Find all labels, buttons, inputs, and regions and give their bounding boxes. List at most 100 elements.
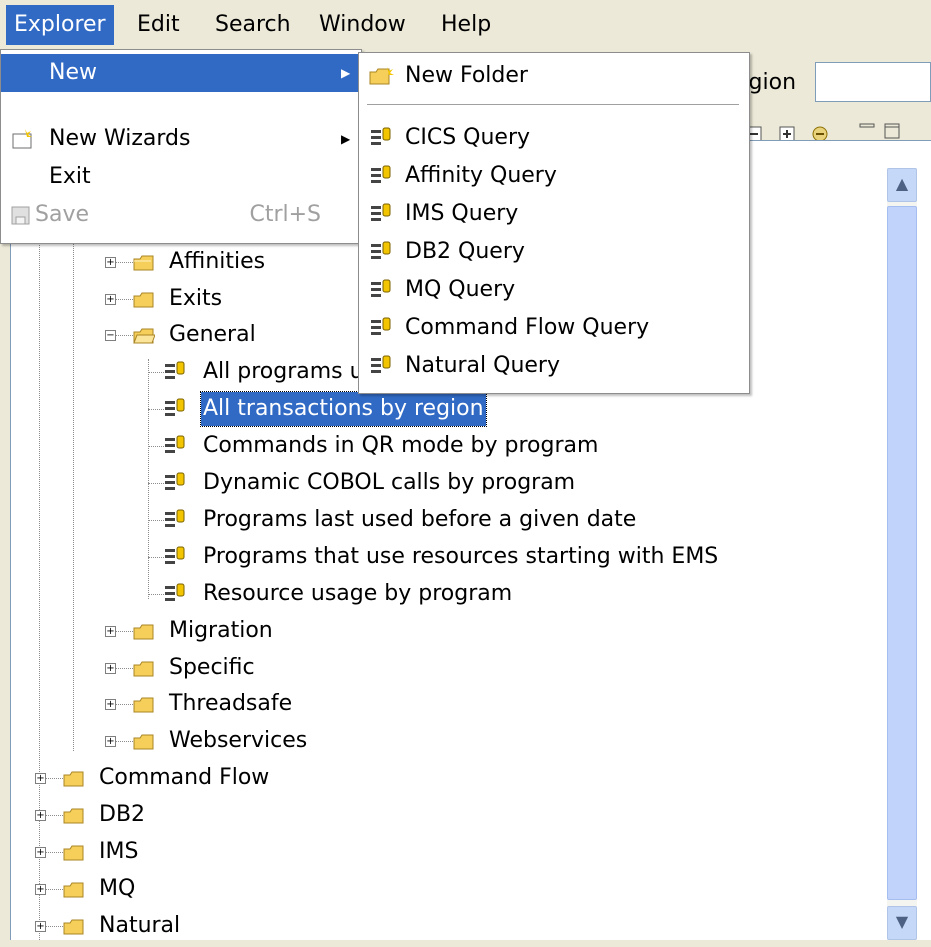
menu-item-ims-query[interactable]: IMS Query: [359, 195, 749, 233]
folder-icon: [133, 292, 154, 308]
expand-icon[interactable]: +: [105, 294, 116, 305]
query-icon: [165, 583, 185, 601]
tree-folder-webservices[interactable]: + Webservices: [11, 724, 811, 758]
tree-label: Programs last used before a given date: [203, 507, 637, 532]
tree-query-item[interactable]: Programs last used before a given date: [11, 503, 911, 537]
tree-query-item[interactable]: Commands in QR mode by program: [11, 429, 911, 463]
tree-label: DB2: [99, 802, 146, 827]
tree-folder-db2[interactable]: + DB2: [11, 798, 811, 832]
tree-label: Command Flow: [99, 765, 270, 790]
expand-icon[interactable]: +: [35, 773, 46, 784]
tree-label: Threadsafe: [169, 691, 293, 716]
tree-label: Programs that use resources starting wit…: [203, 544, 719, 569]
bottom-tab-strip: [0, 940, 931, 947]
menu-item-label: New Wizards: [49, 126, 191, 151]
query-icon: [371, 241, 391, 259]
menu-bar: Explorer Edit Search Window Help: [0, 0, 931, 49]
menu-search[interactable]: Search: [207, 5, 299, 45]
link-editor-icon: [812, 126, 828, 142]
query-icon: [165, 546, 185, 564]
scrollbar-thumb[interactable]: [887, 206, 917, 900]
menu-item-new-folder[interactable]: New Folder: [359, 57, 749, 95]
open-folder-icon: [133, 328, 155, 344]
expand-icon[interactable]: +: [35, 884, 46, 895]
expand-icon[interactable]: +: [105, 699, 116, 710]
query-icon: [371, 317, 391, 335]
expand-icon[interactable]: +: [35, 810, 46, 821]
folder-icon: [133, 624, 154, 640]
query-icon: [371, 203, 391, 221]
tree-folder-threadsafe[interactable]: + Threadsafe: [11, 687, 811, 721]
menu-item-new[interactable]: New ▶: [1, 54, 361, 92]
tree-query-item[interactable]: Dynamic COBOL calls by program: [11, 466, 911, 500]
scroll-up-button[interactable]: ▲: [887, 168, 917, 202]
menu-item-exit[interactable]: Exit: [1, 158, 361, 196]
folder-icon: [63, 882, 84, 898]
menu-item-label: IMS Query: [405, 201, 519, 226]
menu-item-affinity-query[interactable]: Affinity Query: [359, 157, 749, 195]
tree-label: IMS: [99, 839, 139, 864]
scroll-down-button[interactable]: ▼: [887, 906, 917, 940]
expand-icon[interactable]: +: [35, 921, 46, 932]
tree-label: General: [169, 322, 256, 347]
menu-help[interactable]: Help: [433, 5, 499, 45]
query-icon: [371, 127, 391, 145]
folder-icon: [133, 661, 154, 677]
folder-icon: [63, 808, 84, 824]
expand-icon[interactable]: +: [105, 257, 116, 268]
tree-label: Exits: [169, 286, 223, 311]
tree-folder-command-flow[interactable]: + Command Flow: [11, 761, 811, 795]
collapse-icon[interactable]: −: [105, 330, 116, 341]
menu-item-label: DB2 Query: [405, 239, 525, 264]
menu-window[interactable]: Window: [311, 5, 414, 45]
tree-label: All programs u: [203, 359, 364, 384]
expand-icon[interactable]: +: [35, 847, 46, 858]
folder-icon: [63, 919, 84, 935]
menu-item-label: MQ Query: [405, 277, 516, 302]
expand-icon[interactable]: +: [105, 663, 116, 674]
menu-item-label: Save: [35, 202, 90, 227]
tree-folder-migration[interactable]: + Migration: [11, 614, 811, 648]
tree-folder-natural[interactable]: + Natural: [11, 909, 811, 943]
expand-all-icon: [779, 126, 795, 142]
menu-item-save[interactable]: Save Ctrl+S: [1, 196, 361, 234]
submenu-arrow-icon: ▶: [341, 66, 351, 80]
folder-icon: [133, 734, 154, 750]
vertical-scrollbar[interactable]: ▲ ▼: [887, 168, 917, 940]
tree-query-item[interactable]: Resource usage by program: [11, 577, 911, 611]
menu-item-label: Command Flow Query: [405, 315, 650, 340]
expand-icon[interactable]: +: [105, 626, 116, 637]
folder-icon: [63, 845, 84, 861]
region-input[interactable]: [815, 62, 931, 102]
new-wizard-icon: [12, 129, 32, 149]
tree-folder-ims[interactable]: + IMS: [11, 835, 811, 869]
query-icon: [371, 165, 391, 183]
menu-explorer[interactable]: Explorer: [6, 5, 114, 45]
tree-query-item[interactable]: Programs that use resources starting wit…: [11, 540, 911, 574]
query-icon: [165, 435, 185, 453]
explorer-menu: New ▶ New Wizards ▶ Exit Save Ctrl+S: [0, 49, 362, 244]
folder-icon: [63, 771, 84, 787]
menu-item-label: Affinity Query: [405, 163, 557, 188]
menu-item-new-wizards[interactable]: New Wizards ▶: [1, 120, 361, 158]
menu-item-natural-query[interactable]: Natural Query: [359, 347, 749, 385]
menu-item-command-flow-query[interactable]: Command Flow Query: [359, 309, 749, 347]
tree-label: Natural: [99, 913, 181, 938]
tree-query-item-selected[interactable]: All transactions by region: [11, 391, 911, 427]
query-icon: [165, 398, 185, 416]
save-icon: [11, 206, 30, 225]
menu-edit[interactable]: Edit: [129, 5, 188, 45]
tree-folder-specific[interactable]: + Specific: [11, 651, 811, 685]
tree-folder-mq[interactable]: + MQ: [11, 872, 811, 906]
menu-item-cics-query[interactable]: CICS Query: [359, 119, 749, 157]
menu-item-mq-query[interactable]: MQ Query: [359, 271, 749, 309]
menu-item-label: Exit: [49, 164, 91, 189]
tree-label: All transactions by region: [200, 391, 487, 427]
folder-icon: [133, 697, 154, 713]
menu-item-db2-query[interactable]: DB2 Query: [359, 233, 749, 271]
new-submenu: New Folder CICS Query Affinity Query IMS…: [358, 52, 750, 394]
menu-separator: [367, 104, 739, 106]
query-icon: [165, 509, 185, 527]
tree-label: Specific: [169, 655, 255, 680]
expand-icon[interactable]: +: [105, 736, 116, 747]
